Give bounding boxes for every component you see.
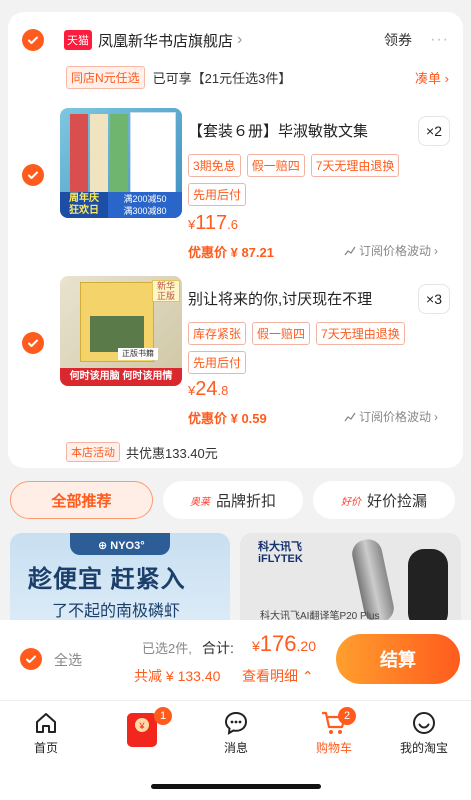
promo-text: 已可享【21元任选3件】 (152, 71, 292, 86)
quantity-selector[interactable]: ×3 (418, 284, 450, 314)
price-subscribe-link[interactable]: 订阅价格波动 › (344, 408, 438, 425)
tab-messages[interactable]: 消息 (196, 709, 276, 756)
cover-promo: 满200减50 满300减80 (108, 192, 182, 218)
item-select-checkbox[interactable] (22, 164, 44, 186)
cover-label: 正版书籍 (118, 348, 158, 360)
tab-label: 品牌折扣 (215, 492, 276, 510)
chevron-right-icon: › (237, 31, 243, 48)
smile-icon (413, 712, 435, 734)
svg-text:¥: ¥ (138, 721, 145, 731)
home-indicator (151, 784, 321, 789)
product-tags: 3期免息 假一赔四 7天无理由退换 先用后付 (188, 154, 428, 206)
tag-return: 7天无理由退换 (310, 154, 400, 177)
book-spine (110, 114, 128, 192)
tab-mine[interactable]: 我的淘宝 (384, 709, 464, 756)
official-badge: 新华正版 (152, 280, 180, 302)
cart-badge: 2 (338, 707, 356, 725)
banner-title: 趁便宜 赶紧入 (28, 566, 186, 593)
banner-krill-oil[interactable]: ⊕ NYO3° 趁便宜 赶紧入 了不起的南极磷虾 (10, 533, 230, 623)
tab-label: 购物车 (315, 741, 352, 755)
product-price: ¥117.6 (188, 212, 238, 234)
product-price: ¥24.8 (188, 378, 229, 400)
recommend-tabs: 全部推荐 奥莱 品牌折扣 好价 好价捡漏 (10, 481, 461, 519)
store-header: 天猫 凤凰新华书店旗舰店 › 领券 ··· (22, 28, 449, 52)
tag-authentic: 假一赔四 (252, 322, 311, 345)
tab-label: 好价捡漏 (366, 492, 427, 510)
quantity-selector[interactable]: ×2 (418, 116, 450, 146)
total-savings: 共减 ¥ 133.40 (134, 668, 221, 684)
total-price: ¥176.20 (252, 631, 316, 656)
check-icon (28, 36, 38, 44)
select-all-label[interactable]: 全选 (54, 650, 82, 670)
more-options-icon[interactable]: ··· (430, 31, 449, 49)
pen-device-image (408, 549, 448, 623)
red-packet-badge: 1 (154, 707, 172, 725)
book-spine (90, 114, 108, 192)
tab-cart[interactable]: 购物车 2 (294, 707, 374, 756)
banner-subtitle: 了不起的南极磷虾 (52, 603, 181, 620)
discount-price: 优惠价 ¥ 87.21 (188, 245, 274, 260)
cover-illustration (90, 316, 144, 352)
add-items-link[interactable]: 凑单 › (415, 68, 449, 87)
cover-banner: 何时该用脑 何时该用情 (60, 368, 182, 386)
selected-count: 已选2件, (142, 641, 192, 656)
tab-all-recommend[interactable]: 全部推荐 (10, 481, 153, 519)
store-activity: 本店活动 共优惠133.40元 (66, 442, 218, 462)
product-title[interactable]: 【套装６册】毕淑敏散文集 (188, 120, 408, 141)
message-icon (224, 711, 248, 735)
product-image[interactable]: 新华正版 正版书籍 何时该用脑 何时该用情 (60, 276, 182, 386)
tab-red-packet[interactable]: ¥ 1 (102, 707, 182, 751)
tab-home[interactable]: 首页 (6, 709, 86, 756)
tab-brand-discount[interactable]: 奥莱 品牌折扣 (163, 481, 303, 519)
checkout-button[interactable]: 结算 (336, 634, 460, 684)
check-icon (26, 655, 36, 663)
product-tags: 库存紧张 假一赔四 7天无理由退换 先用后付 (188, 322, 428, 374)
store-name-link[interactable]: 凤凰新华书店旗舰店 (98, 30, 233, 51)
brand-logo: ⊕ NYO3° (98, 540, 145, 552)
tmall-badge: 天猫 (64, 30, 92, 50)
item-select-checkbox[interactable] (22, 332, 44, 354)
trend-icon (344, 412, 356, 421)
anniversary-badge: 周年庆 狂欢日 (60, 192, 108, 218)
select-all-checkbox[interactable] (20, 648, 42, 670)
deal-mini-label: 好价 (340, 496, 361, 508)
book-cover (130, 112, 176, 194)
brand-mini-label: 奥莱 (189, 496, 210, 508)
promo-tag: 同店N元任选 (66, 66, 145, 89)
tag-pay-later: 先用后付 (188, 183, 247, 206)
tab-label: 首页 (33, 741, 58, 755)
checkout-bar: 全选 已选2件, 合计: ¥176.20 共减 ¥ 133.40 查看明细 ⌃ … (0, 620, 471, 700)
trend-icon (344, 246, 356, 255)
activity-tag: 本店活动 (66, 442, 120, 462)
tab-label: 我的淘宝 (399, 741, 448, 755)
tag-pay-later: 先用后付 (188, 351, 247, 374)
tag-authentic: 假一赔四 (246, 154, 305, 177)
activity-text: 共优惠133.40元 (126, 445, 218, 461)
tag-return: 7天无理由退换 (316, 322, 405, 345)
product-image[interactable]: 周年庆 狂欢日 满200减50 满300减80 (60, 108, 182, 218)
tag-installment: 3期免息 (188, 154, 241, 177)
coupon-button[interactable]: 领券 (384, 30, 412, 50)
check-icon (28, 339, 38, 347)
total-label: 合计: (202, 640, 234, 656)
tag-low-stock: 库存紧张 (188, 322, 247, 345)
tab-good-deals[interactable]: 好价 好价捡漏 (313, 481, 455, 519)
price-subscribe-link[interactable]: 订阅价格波动 › (344, 242, 438, 259)
store-select-checkbox[interactable] (22, 29, 44, 51)
check-icon (28, 171, 38, 179)
discount-price: 优惠价 ¥ 0.59 (188, 411, 267, 426)
promo-row: 同店N元任选 已可享【21元任选3件】 凑单 › (66, 66, 449, 89)
book-spine (70, 114, 88, 192)
view-details-link[interactable]: 查看明细 ⌃ (242, 666, 314, 686)
product-title[interactable]: 别让将来的你,讨厌现在不理 (188, 288, 408, 309)
tab-label: 消息 (223, 741, 248, 755)
iflytek-logo: 科大讯飞 iFLYTEK (258, 541, 303, 565)
store-card: 天猫 凤凰新华书店旗舰店 › 领券 ··· 同店N元任选 已可享【21元任选3件… (8, 12, 463, 468)
banner-translator-pen[interactable]: 科大讯飞 iFLYTEK 科大讯飞AI翻译笔P20 Plus (240, 533, 461, 623)
home-icon (36, 713, 56, 733)
